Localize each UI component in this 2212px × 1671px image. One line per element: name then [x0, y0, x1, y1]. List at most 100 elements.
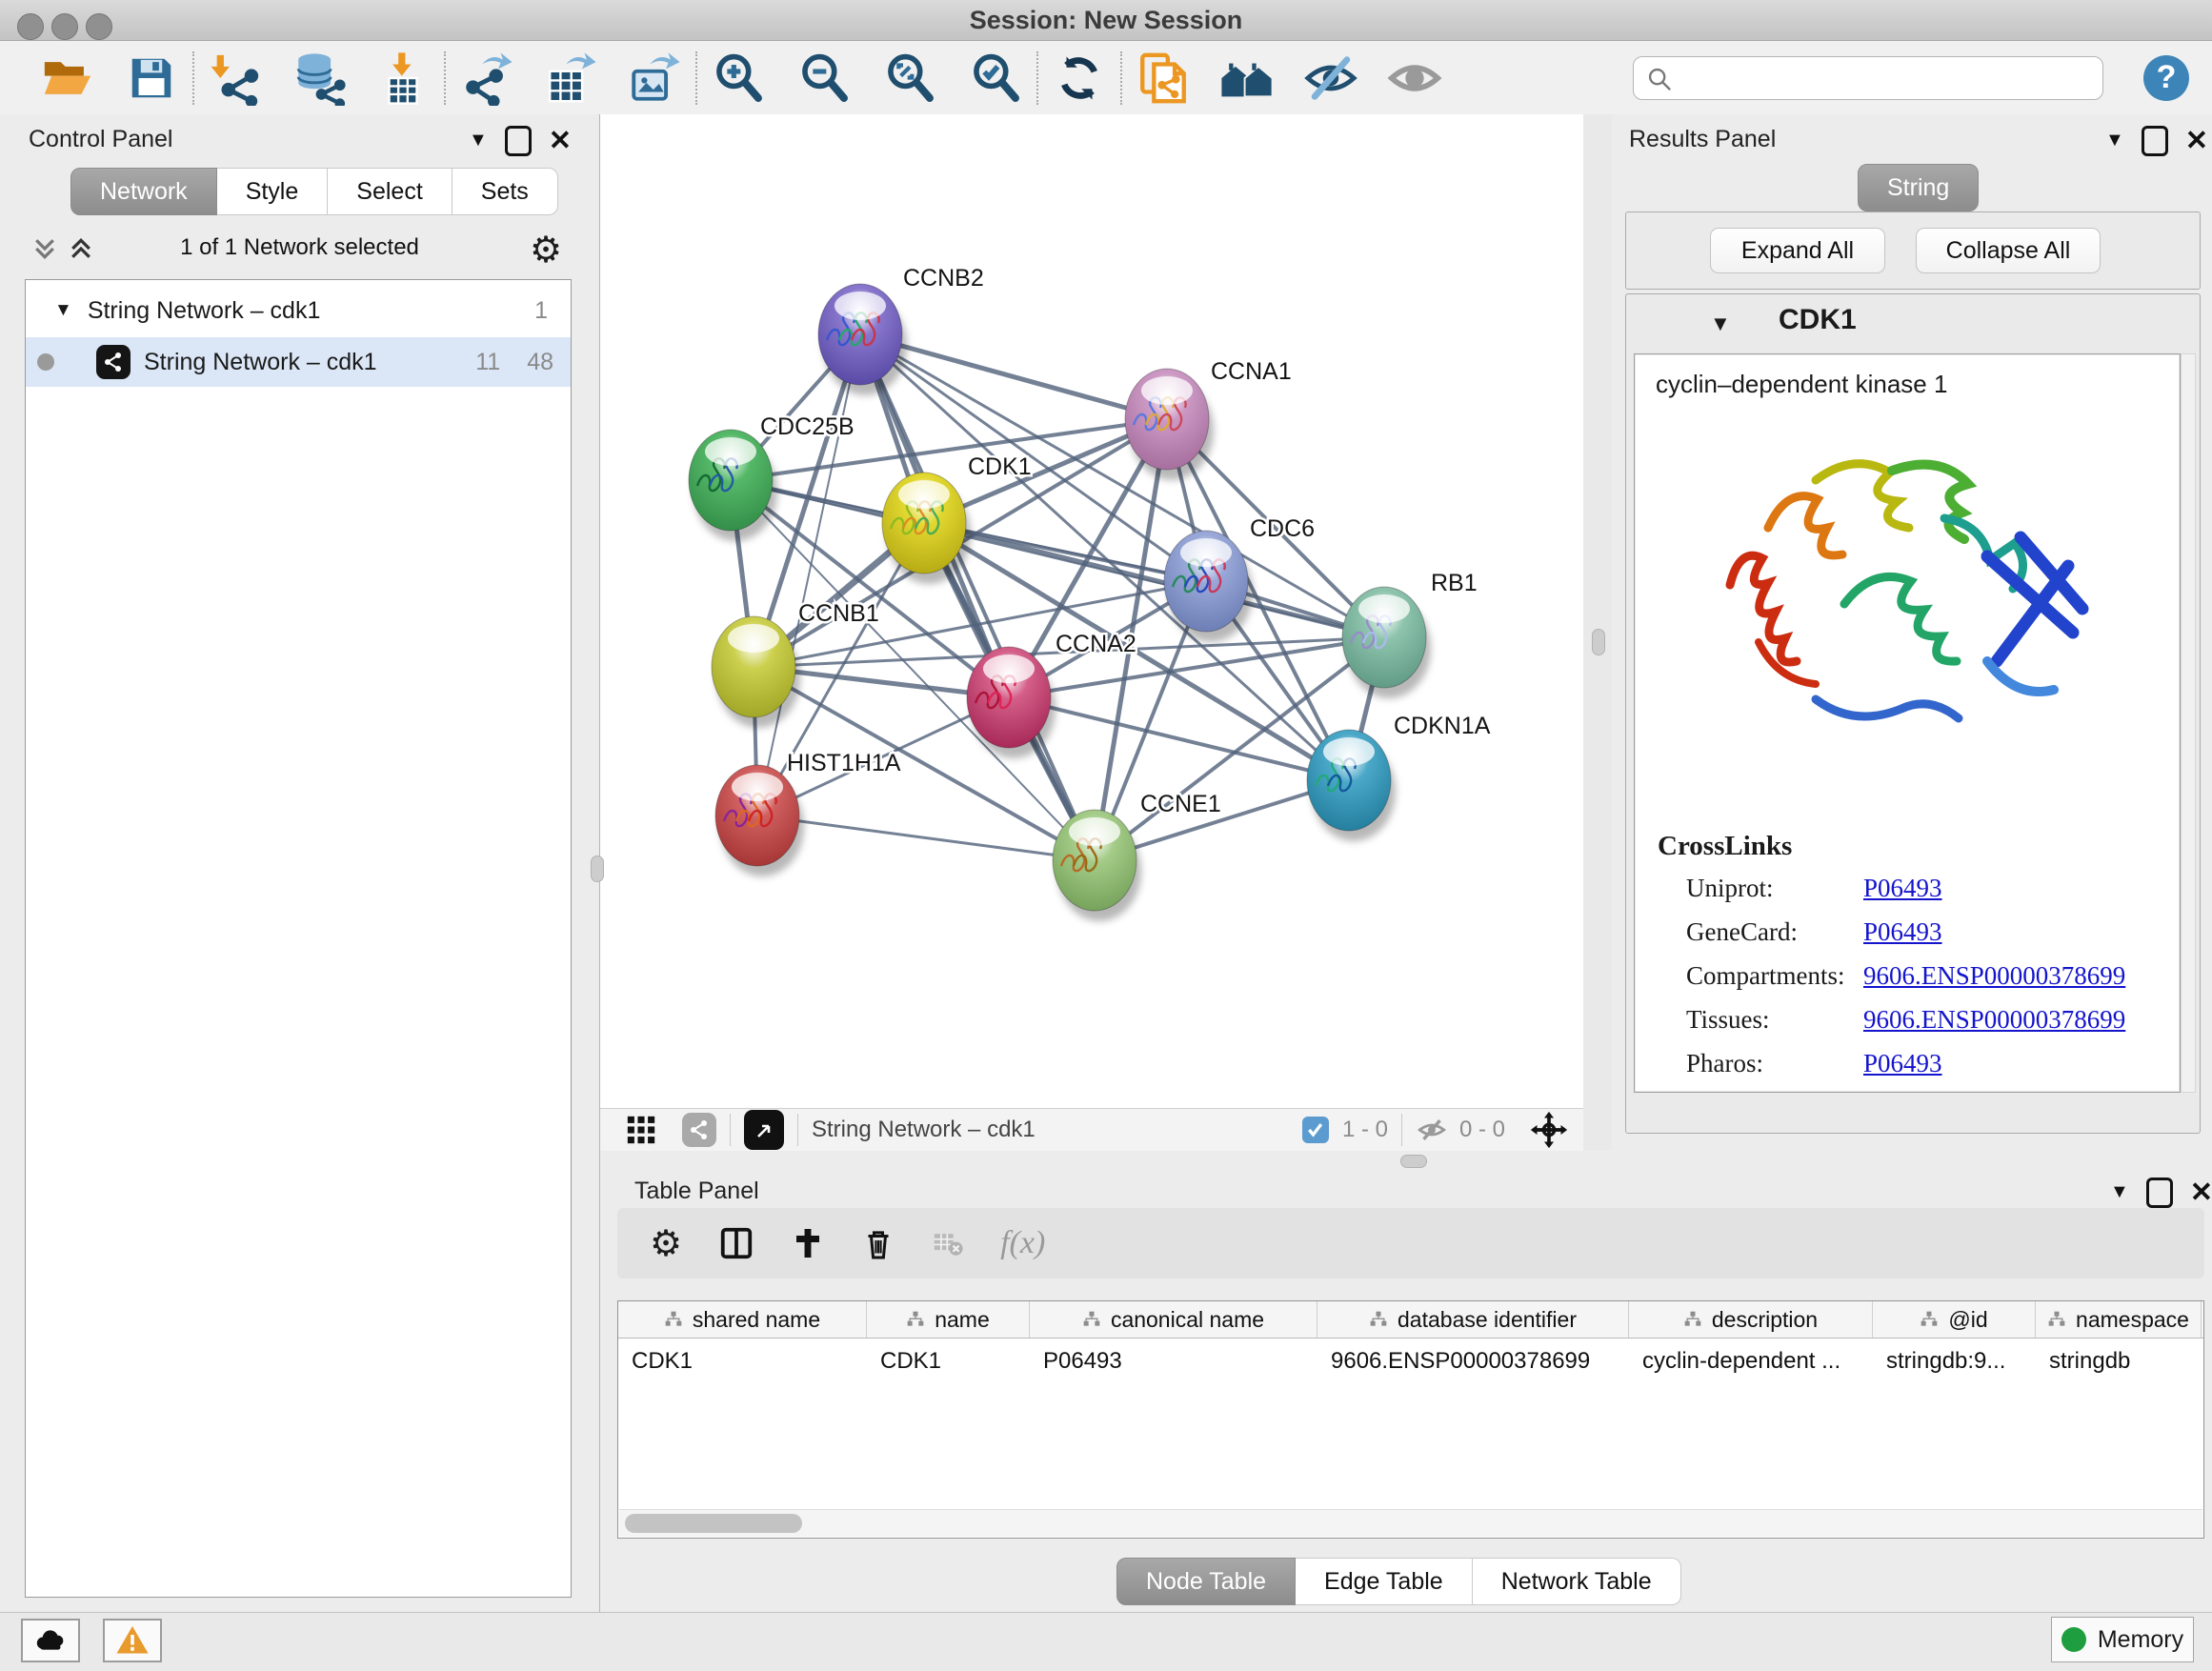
- network-node-CDK1[interactable]: [882, 473, 971, 584]
- tab-sets[interactable]: Sets: [452, 168, 558, 215]
- birds-eye-view-button[interactable]: [744, 1110, 784, 1150]
- crosslink-link[interactable]: P06493: [1863, 874, 1942, 903]
- network-node-CCNB1[interactable]: [712, 616, 800, 728]
- first-neighbors-button[interactable]: [1217, 49, 1277, 108]
- table-body: CDK1CDK1P064939606.ENSP00000378699cyclin…: [618, 1339, 2203, 1386]
- table-cell: CDK1: [867, 1339, 1030, 1386]
- import-network-file-button[interactable]: [206, 49, 265, 108]
- collection-count: 1: [534, 297, 548, 325]
- network-options-gear-icon[interactable]: ⚙: [530, 229, 562, 272]
- add-column-icon[interactable]: [791, 1226, 825, 1260]
- protein-collapse-icon[interactable]: ▼: [1710, 312, 1731, 336]
- float-panel-icon[interactable]: [2146, 1178, 2173, 1208]
- network-collection-row[interactable]: ▼ String Network – cdk1 1: [26, 286, 571, 335]
- scrollbar-thumb[interactable]: [625, 1514, 802, 1533]
- network-canvas[interactable]: CCNB2CCNA1CDC25BCDK1CDC6RB1CCNB1CCNA2CDK…: [600, 114, 1583, 1108]
- grid-mode-icon[interactable]: [625, 1114, 657, 1146]
- horizontal-splitter-handle[interactable]: [1400, 1155, 1427, 1168]
- network-node-CDKN1A[interactable]: [1307, 730, 1396, 841]
- network-node-HIST1H1A[interactable]: [715, 765, 804, 876]
- search-input[interactable]: [1633, 56, 2103, 100]
- node-label-HIST1H1A: HIST1H1A: [787, 750, 901, 776]
- network-edge[interactable]: [860, 334, 1095, 860]
- protein-name: CDK1: [1779, 304, 1857, 336]
- panel-menu-icon[interactable]: ▼: [2105, 130, 2124, 151]
- tab-edge-table[interactable]: Edge Table: [1296, 1558, 1473, 1605]
- zoom-selected-button[interactable]: [966, 49, 1025, 108]
- network-list: ▼ String Network – cdk1 1 String Network…: [25, 279, 572, 1598]
- network-node-CDC25B[interactable]: [689, 430, 777, 541]
- float-panel-icon[interactable]: [2142, 126, 2168, 156]
- column-header-namespace[interactable]: namespace: [2036, 1301, 2202, 1338]
- show-all-button[interactable]: [1385, 49, 1444, 108]
- network-node-CCNB2[interactable]: [818, 284, 907, 395]
- hide-selected-button[interactable]: [1301, 49, 1360, 108]
- open-session-button[interactable]: [38, 49, 97, 108]
- network-row[interactable]: String Network – cdk1 11 48: [26, 337, 571, 387]
- fit-content-button[interactable]: [880, 49, 939, 108]
- network-edge[interactable]: [757, 334, 860, 815]
- warnings-button[interactable]: [103, 1619, 162, 1662]
- help-button[interactable]: ?: [2143, 55, 2189, 101]
- collapse-all-button[interactable]: Collapse All: [1916, 228, 2101, 273]
- column-header-canonical-name[interactable]: canonical name: [1030, 1301, 1317, 1338]
- separator: [797, 1114, 798, 1146]
- memory-button[interactable]: Memory: [2051, 1617, 2194, 1662]
- tab-select[interactable]: Select: [328, 168, 452, 215]
- delete-column-icon[interactable]: [861, 1226, 895, 1260]
- column-header-name[interactable]: name: [867, 1301, 1030, 1338]
- collection-expand-icon[interactable]: ▼: [54, 300, 72, 321]
- crosslink-link[interactable]: 9606.ENSP00000378699: [1863, 961, 2125, 991]
- network-node-CCNE1[interactable]: [1053, 810, 1141, 921]
- crosslink-link[interactable]: 9606.ENSP00000378699: [1863, 1005, 2125, 1035]
- vertical-splitter[interactable]: [1583, 114, 1612, 1150]
- view-mode-icon[interactable]: [682, 1113, 716, 1147]
- column-header-shared-name[interactable]: shared name: [618, 1301, 867, 1338]
- export-image-button[interactable]: [625, 49, 684, 108]
- close-panel-icon[interactable]: ✕: [2190, 1176, 2212, 1209]
- apply-layout-button[interactable]: [1050, 49, 1109, 108]
- close-panel-icon[interactable]: ✕: [549, 124, 572, 157]
- column-header-description[interactable]: description: [1629, 1301, 1873, 1338]
- network-node-RB1[interactable]: [1342, 587, 1431, 698]
- panel-menu-icon[interactable]: ▼: [469, 130, 488, 151]
- crosslink-link[interactable]: P06493: [1863, 1049, 1942, 1078]
- tab-network[interactable]: Network: [70, 168, 217, 215]
- hidden-node-edge-counts: 0 - 0: [1459, 1117, 1505, 1143]
- zoom-in-button[interactable]: [709, 49, 768, 108]
- selected-checkbox-icon[interactable]: [1302, 1117, 1329, 1143]
- column-type-icon: [664, 1310, 683, 1329]
- network-edge[interactable]: [757, 815, 1095, 860]
- clone-network-button[interactable]: [1134, 49, 1193, 108]
- column-header-database-identifier[interactable]: database identifier: [1317, 1301, 1629, 1338]
- panel-menu-icon[interactable]: ▼: [2110, 1181, 2129, 1203]
- save-session-button[interactable]: [122, 49, 181, 108]
- network-node-CCNA1[interactable]: [1125, 369, 1214, 480]
- import-network-database-button[interactable]: [290, 49, 349, 108]
- tab-network-table[interactable]: Network Table: [1473, 1558, 1681, 1605]
- tab-style[interactable]: Style: [217, 168, 329, 215]
- import-table-button[interactable]: [373, 49, 432, 108]
- float-panel-icon[interactable]: [505, 126, 532, 156]
- memory-status-dot: [2061, 1627, 2086, 1652]
- column-header-@id[interactable]: @id: [1873, 1301, 2036, 1338]
- table-horizontal-scrollbar[interactable]: [619, 1509, 2202, 1537]
- export-table-button[interactable]: [541, 49, 600, 108]
- column-type-icon: [1920, 1310, 1939, 1329]
- tab-node-table[interactable]: Node Table: [1116, 1558, 1296, 1605]
- results-vertical-scrollbar[interactable]: [2181, 353, 2196, 1093]
- table-options-gear-icon[interactable]: ⚙: [650, 1222, 682, 1265]
- tab-string[interactable]: String: [1858, 164, 1979, 211]
- crosslink-label: GeneCard:: [1686, 917, 1798, 946]
- expand-all-button[interactable]: Expand All: [1710, 228, 1885, 273]
- cloud-status-button[interactable]: [21, 1619, 80, 1662]
- zoom-out-button[interactable]: [794, 49, 854, 108]
- navigate-crosshair-icon[interactable]: [1530, 1111, 1568, 1149]
- crosslink-link[interactable]: P06493: [1863, 917, 1942, 947]
- export-network-button[interactable]: [457, 49, 516, 108]
- splitter-handle[interactable]: [1592, 629, 1605, 655]
- close-panel-icon[interactable]: ✕: [2185, 124, 2208, 157]
- table-row[interactable]: CDK1CDK1P064939606.ENSP00000378699cyclin…: [618, 1339, 2203, 1386]
- splitter-handle[interactable]: [591, 856, 604, 882]
- show-columns-icon[interactable]: [718, 1225, 754, 1261]
